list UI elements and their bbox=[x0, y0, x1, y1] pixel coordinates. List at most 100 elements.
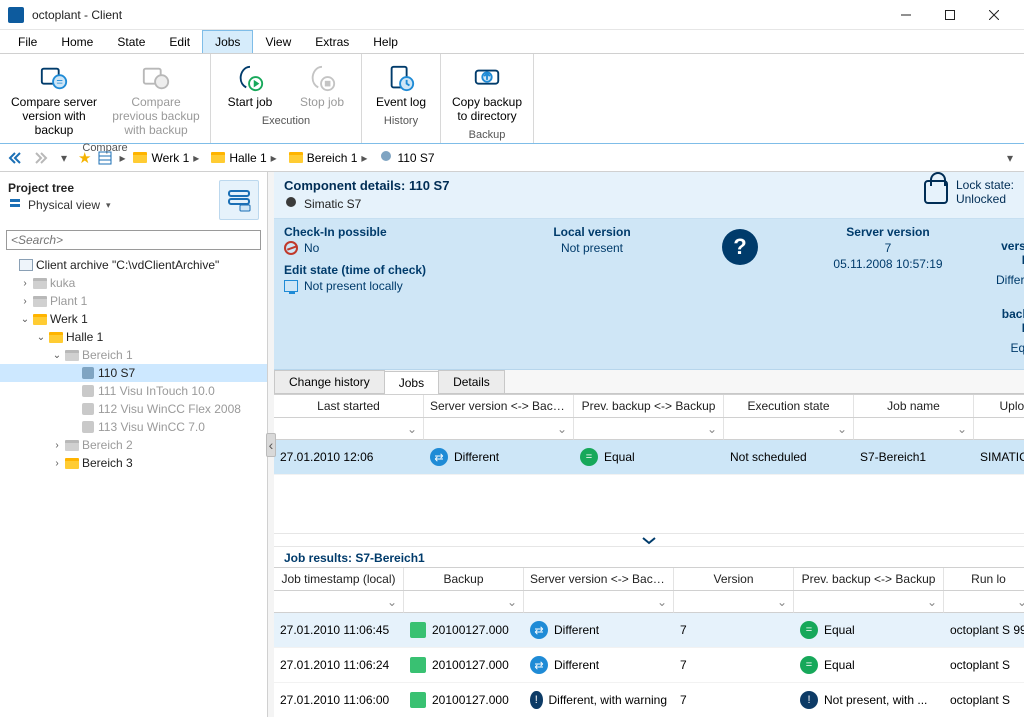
tree-view-toggle-button[interactable] bbox=[219, 180, 259, 220]
event-log-icon bbox=[385, 62, 417, 94]
filter-dropdown[interactable]: ⌄ bbox=[854, 418, 974, 440]
tab-change-history[interactable]: Change history bbox=[274, 370, 385, 393]
col-run[interactable]: Run lo bbox=[944, 568, 1024, 590]
breadcrumb-bereich1[interactable]: Bereich 1▸ bbox=[285, 151, 372, 165]
ribbon-label: Compare previous backup with backup bbox=[110, 96, 202, 137]
splitter-grip-icon: ‹ bbox=[266, 433, 276, 457]
breadcrumb-110s7[interactable]: 110 S7 bbox=[375, 149, 438, 166]
tree-node-halle1[interactable]: ⌄ Halle 1 bbox=[0, 328, 267, 346]
job-results-row[interactable]: 27.01.2010 11:06:45 20100127.000 ⇄Differ… bbox=[274, 613, 1024, 648]
breadcrumb-werk1[interactable]: Werk 1▸ bbox=[129, 151, 203, 165]
breadcrumb-halle1[interactable]: Halle 1▸ bbox=[207, 151, 280, 165]
tree-node-bereich1[interactable]: ⌄ Bereich 1 bbox=[0, 346, 267, 364]
tree-node-kuka[interactable]: › kuka bbox=[0, 274, 267, 292]
menu-extras[interactable]: Extras bbox=[303, 30, 361, 53]
job-results-grid: Job timestamp (local) Backup Server vers… bbox=[274, 567, 1024, 717]
project-tree[interactable]: Client archive "C:\vdClientArchive" › ku… bbox=[0, 254, 267, 717]
col-svb[interactable]: Server version <-> Backup bbox=[424, 395, 574, 417]
menu-home[interactable]: Home bbox=[49, 30, 105, 53]
edit-state-label: Edit state (time of check) bbox=[284, 263, 484, 277]
ribbon-group-compare: = Compare server version with backup Com… bbox=[0, 54, 211, 143]
ribbon-group-label: History bbox=[384, 114, 418, 128]
filter-dropdown[interactable]: ⌄ bbox=[574, 418, 724, 440]
start-job-button[interactable]: Start job bbox=[217, 58, 283, 112]
col-version[interactable]: Version bbox=[674, 568, 794, 590]
filter-dropdown[interactable]: ⌄ bbox=[674, 591, 794, 613]
tree-node-plant1[interactable]: › Plant 1 bbox=[0, 292, 267, 310]
ribbon-group-backup: Copy backup to directory Backup bbox=[441, 54, 534, 143]
jobs-grid-row[interactable]: 27.01.2010 12:06 ⇄Different =Equal Not s… bbox=[274, 440, 1024, 475]
cell-backup: 20100127.000 bbox=[432, 623, 509, 637]
filter-dropdown[interactable]: ⌄ bbox=[974, 418, 1024, 440]
tab-jobs[interactable]: Jobs bbox=[384, 371, 439, 394]
compare-server-with-backup-button[interactable]: = Compare server version with backup bbox=[6, 58, 102, 139]
menu-view[interactable]: View bbox=[253, 30, 303, 53]
nav-back-button[interactable] bbox=[6, 148, 26, 168]
filter-dropdown[interactable]: ⌄ bbox=[424, 418, 574, 440]
col-job-name[interactable]: Job name bbox=[854, 395, 974, 417]
col-job-timestamp[interactable]: Job timestamp (local) bbox=[274, 568, 404, 590]
search-input[interactable] bbox=[6, 230, 261, 250]
cell-version: 7 bbox=[674, 683, 794, 717]
menu-jobs[interactable]: Jobs bbox=[202, 30, 253, 53]
col-execution-state[interactable]: Execution state bbox=[724, 395, 854, 417]
tree-node-110s7[interactable]: 110 S7 bbox=[0, 364, 267, 382]
details-panel: Component details: 110 S7 Simatic S7 Loc… bbox=[274, 172, 1024, 717]
tree-archive-root[interactable]: Client archive "C:\vdClientArchive" bbox=[0, 256, 267, 274]
col-last-started[interactable]: Last started bbox=[274, 395, 424, 417]
filter-dropdown[interactable]: ⌄ bbox=[524, 591, 674, 613]
col-pvb[interactable]: Prev. backup <-> Backup bbox=[574, 395, 724, 417]
menu-edit[interactable]: Edit bbox=[157, 30, 202, 53]
col-upload[interactable]: Upload bbox=[974, 395, 1024, 417]
cell-ts: 27.01.2010 11:06:45 bbox=[274, 613, 404, 647]
cell-version: 7 bbox=[674, 648, 794, 682]
filter-dropdown[interactable]: ⌄ bbox=[274, 418, 424, 440]
window-maximize-button[interactable] bbox=[928, 1, 972, 29]
tree-node-112[interactable]: 112 Visu WinCC Flex 2008 bbox=[0, 400, 267, 418]
help-icon[interactable]: ? bbox=[722, 229, 758, 265]
ribbon-label: Start job bbox=[228, 96, 273, 110]
tree-node-werk1[interactable]: ⌄ Werk 1 bbox=[0, 310, 267, 328]
tab-details[interactable]: Details bbox=[438, 370, 505, 393]
physical-view-selector[interactable]: Physical view ▾ bbox=[8, 197, 211, 220]
window-close-button[interactable] bbox=[972, 1, 1016, 29]
copy-backup-icon bbox=[471, 62, 503, 94]
menu-help[interactable]: Help bbox=[361, 30, 410, 53]
breadcrumb-bar: ▾ ★ ▸ Werk 1▸ Halle 1▸ Bereich 1▸ 110 S7… bbox=[0, 144, 1024, 172]
breadcrumb-dropdown[interactable]: ▾ bbox=[1002, 151, 1018, 165]
component-title: Component details: 110 S7 bbox=[284, 178, 924, 193]
col-backup[interactable]: Backup bbox=[404, 568, 524, 590]
tree-node-113[interactable]: 113 Visu WinCC 7.0 bbox=[0, 418, 267, 436]
job-results-row[interactable]: 27.01.2010 11:06:24 20100127.000 ⇄Differ… bbox=[274, 648, 1024, 683]
tree-node-bereich2[interactable]: › Bereich 2 bbox=[0, 436, 267, 454]
nav-history-dropdown[interactable]: ▾ bbox=[54, 148, 74, 168]
filter-dropdown[interactable]: ⌄ bbox=[404, 591, 524, 613]
cell-backup: 20100127.000 bbox=[432, 658, 509, 672]
window-minimize-button[interactable] bbox=[884, 1, 928, 29]
svg-text:=: = bbox=[56, 77, 63, 89]
jobs-grid-hscroll[interactable] bbox=[274, 517, 1024, 533]
col-svb[interactable]: Server version <-> Backup bbox=[524, 568, 674, 590]
job-results-row[interactable]: 27.01.2010 11:06:00 20100127.000 !Differ… bbox=[274, 683, 1024, 717]
menu-file[interactable]: File bbox=[6, 30, 49, 53]
equal-badge-icon: = bbox=[800, 656, 818, 674]
lock-state-value: Unlocked bbox=[956, 192, 1014, 206]
filter-dropdown[interactable]: ⌄ bbox=[274, 591, 404, 613]
tree-node-bereich3[interactable]: › Bereich 3 bbox=[0, 454, 267, 472]
device-icon bbox=[82, 385, 94, 397]
horizontal-splitter[interactable] bbox=[274, 533, 1024, 547]
event-log-button[interactable]: Event log bbox=[368, 58, 434, 112]
filter-dropdown[interactable]: ⌄ bbox=[944, 591, 1024, 613]
list-view-icon[interactable] bbox=[95, 148, 115, 168]
filter-dropdown[interactable]: ⌄ bbox=[794, 591, 944, 613]
tree-node-111[interactable]: 111 Visu InTouch 10.0 bbox=[0, 382, 267, 400]
local-version-value: Not present bbox=[492, 241, 692, 255]
cell-job-name: S7-Bereich1 bbox=[854, 440, 974, 474]
copy-backup-to-directory-button[interactable]: Copy backup to directory bbox=[447, 58, 527, 126]
menu-state[interactable]: State bbox=[105, 30, 157, 53]
favorite-icon[interactable]: ★ bbox=[78, 149, 91, 167]
no-icon bbox=[284, 241, 298, 255]
cell-svb: Different bbox=[554, 658, 599, 672]
col-pvb[interactable]: Prev. backup <-> Backup bbox=[794, 568, 944, 590]
filter-dropdown[interactable]: ⌄ bbox=[724, 418, 854, 440]
